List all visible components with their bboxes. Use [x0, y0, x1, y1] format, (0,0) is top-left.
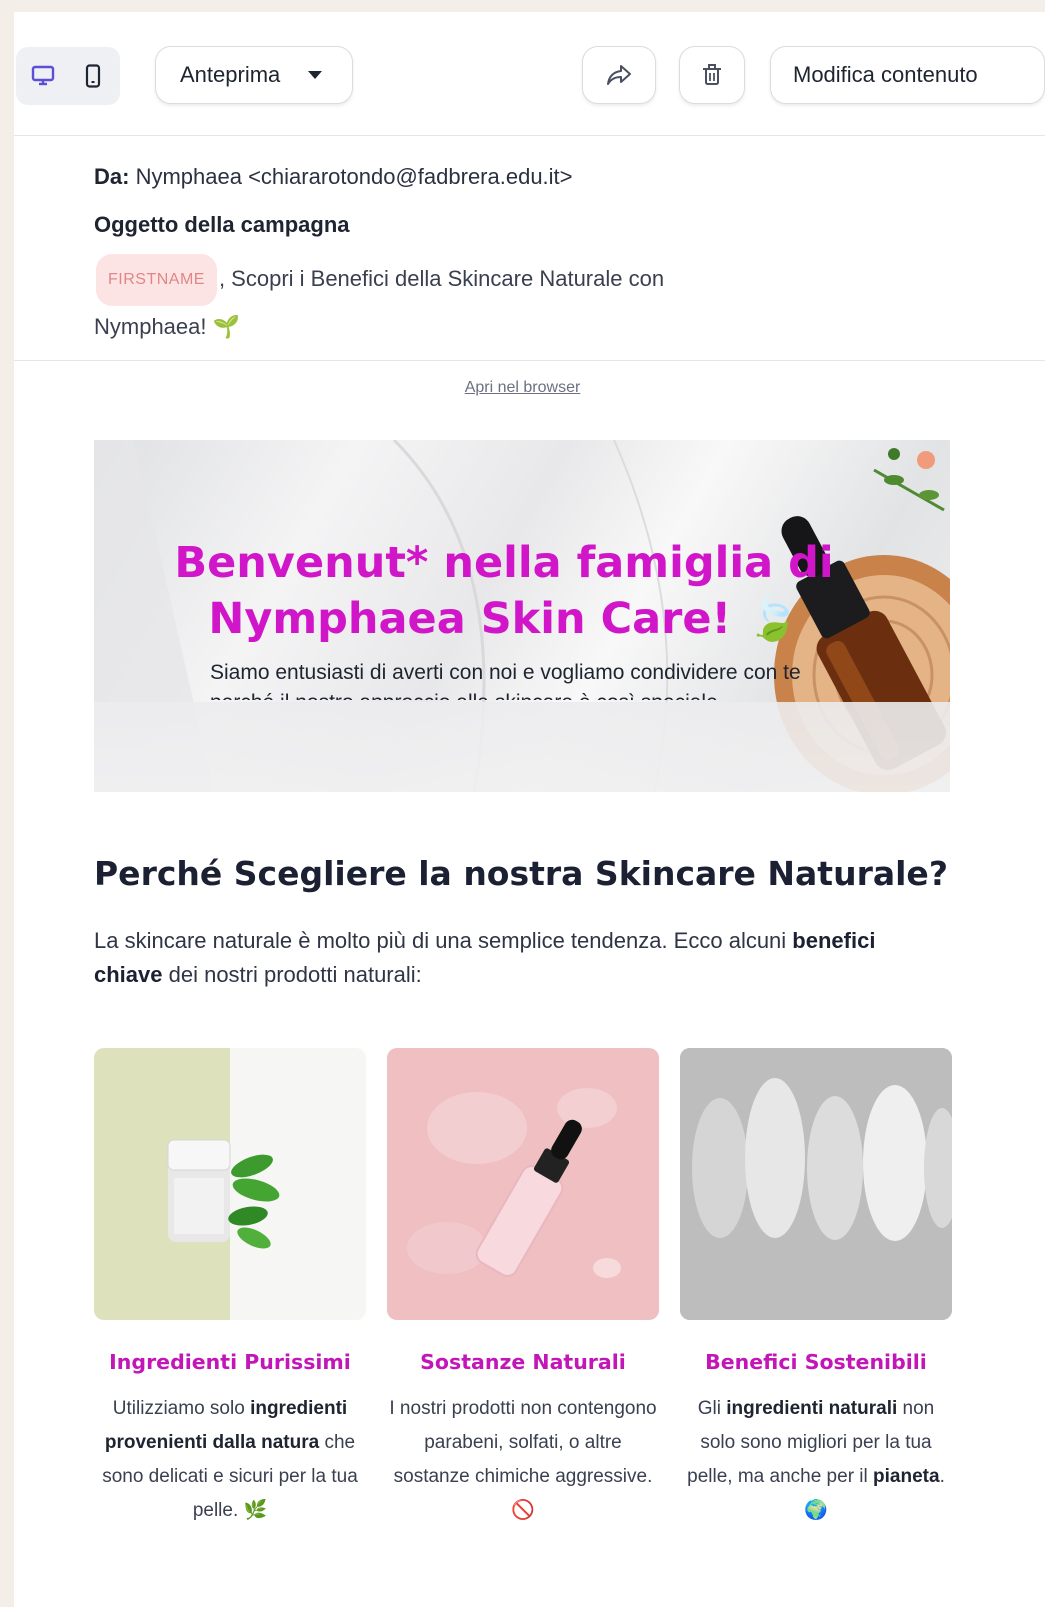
- card-text-bold-1: ingredienti naturali: [726, 1398, 898, 1419]
- share-button[interactable]: [582, 46, 656, 104]
- edit-content-button[interactable]: Modifica contenuto: [770, 46, 1045, 104]
- card-text: I nostri prodotti non contengono paraben…: [389, 1398, 657, 1521]
- firstname-tag: FIRSTNAME: [96, 254, 217, 306]
- hero-overlay: [94, 702, 950, 792]
- hero-subtitle: Siamo entusiasti di averti con noi e vog…: [210, 661, 801, 700]
- card-text-1: Gli: [697, 1398, 727, 1419]
- feature-card-ingredients: Ingredienti Purissimi Utilizziamo solo i…: [94, 1048, 366, 1528]
- subject-text-2: Nymphaea! 🌱: [94, 314, 241, 339]
- caret-down-icon: [308, 71, 323, 79]
- device-switch: [16, 47, 120, 105]
- card-image-textures: [680, 1048, 952, 1320]
- hero-title-line2: Nymphaea Skin Care! 🍃: [208, 594, 800, 644]
- edit-content-label: Modifica contenuto: [793, 62, 978, 87]
- desktop-view-button[interactable]: [26, 59, 60, 93]
- preview-dropdown[interactable]: Anteprima: [155, 46, 353, 104]
- hero-title-line1: Benvenut* nella famiglia di: [174, 538, 834, 588]
- card-text-bold-2: pianeta: [873, 1466, 940, 1487]
- subject-text-1: , Scopri i Benefici della Skincare Natur…: [218, 265, 665, 291]
- open-in-browser-link[interactable]: Apri nel browser: [14, 379, 1031, 397]
- card-image-serum: [387, 1048, 659, 1320]
- mobile-icon: [85, 64, 101, 88]
- email-preview-panel: Anteprima Modifica contenuto Da: Nymphae…: [14, 12, 1045, 1607]
- card-image-jar: [94, 1048, 366, 1320]
- preview-label: Anteprima: [180, 62, 281, 87]
- desktop-icon: [31, 65, 55, 86]
- card-title: Benefici Sostenibili: [705, 1350, 927, 1374]
- section-text-b: dei nostri prodotti naturali:: [162, 962, 422, 987]
- from-label: Da:: [94, 164, 130, 189]
- card-text-1: Utilizziamo solo: [112, 1398, 251, 1419]
- section-title: Perché Scegliere la nostra Skincare Natu…: [94, 854, 948, 893]
- divider: [14, 360, 1045, 361]
- feature-card-sustainable: Benefici Sostenibili Gli ingredienti nat…: [680, 1048, 952, 1528]
- hero-title: Benvenut* nella famiglia di Nymphaea Ski…: [154, 535, 854, 647]
- email-meta: Da: Nymphaea <chiararotondo@fadbrera.edu…: [94, 164, 994, 348]
- from-value: Nymphaea <chiararotondo@fadbrera.edu.it>: [135, 164, 573, 189]
- card-text: Gli ingredienti naturali non solo sono m…: [680, 1392, 952, 1528]
- card-title: Ingredienti Purissimi: [109, 1350, 351, 1374]
- trash-icon: [703, 64, 721, 85]
- subject-label: Oggetto della campagna: [94, 212, 350, 237]
- card-title: Sostanze Naturali: [420, 1350, 626, 1374]
- toolbar: Anteprima Modifica contenuto: [14, 12, 1045, 136]
- delete-button[interactable]: [679, 46, 745, 104]
- from-row: Da: Nymphaea <chiararotondo@fadbrera.edu…: [94, 164, 994, 190]
- mobile-view-button[interactable]: [76, 59, 110, 93]
- share-icon: [607, 65, 631, 85]
- section-text: La skincare naturale è molto più di una …: [94, 924, 934, 992]
- hero-banner: Benvenut* nella famiglia di Nymphaea Ski…: [94, 440, 950, 792]
- section-text-a: La skincare naturale è molto più di una …: [94, 928, 793, 953]
- card-text: Utilizziamo solo ingredienti provenienti…: [94, 1392, 366, 1528]
- feature-card-natural: Sostanze Naturali I nostri prodotti non …: [387, 1048, 659, 1528]
- subject-text: FIRSTNAME, Scopri i Benefici della Skinc…: [94, 254, 734, 348]
